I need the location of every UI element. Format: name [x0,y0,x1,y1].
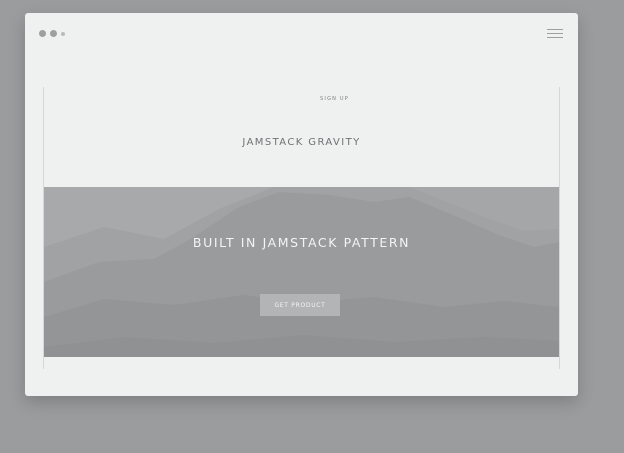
mountain-image [44,187,559,357]
hero-banner: BUILT IN JAMSTACK PATTERN GET PRODUCT [44,187,559,357]
browser-window: SIGN UP JAMSTACK GRAVITY BUILT IN JAMSTA… [25,13,578,396]
maximize-dot[interactable] [61,31,65,36]
site-title: JAMSTACK GRAVITY [242,137,361,148]
website-preview: SIGN UP JAMSTACK GRAVITY BUILT IN JAMSTA… [43,87,560,369]
close-dot[interactable] [39,30,46,37]
hamburger-icon[interactable] [547,29,563,38]
hero-title: BUILT IN JAMSTACK PATTERN [192,235,411,250]
nav-item-signup[interactable]: SIGN UP [320,96,349,102]
site-nav: SIGN UP [44,96,559,102]
get-product-button[interactable]: GET PRODUCT [260,294,340,316]
minimize-dot[interactable] [50,30,57,37]
window-controls [39,30,65,37]
